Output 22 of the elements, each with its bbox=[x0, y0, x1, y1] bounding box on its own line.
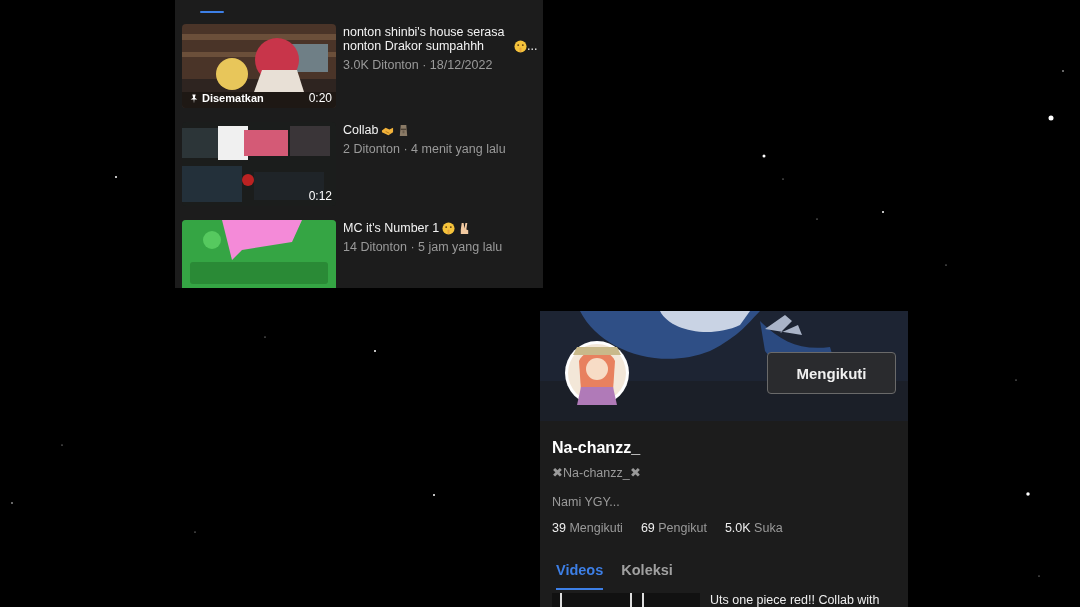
title-ellipsis: ... bbox=[527, 39, 538, 53]
video-title: MC it's Number 1 bbox=[343, 221, 440, 235]
video-meta: 14 Ditonton · 5 jam yang lalu bbox=[343, 240, 504, 254]
video-duration: 0:20 bbox=[308, 91, 332, 105]
profile-stat: 5.0K Suka bbox=[724, 521, 783, 535]
video-duration: 0:12 bbox=[308, 189, 332, 203]
profile-stat: 69 Pengikut bbox=[640, 521, 707, 535]
profile-stat: 39 Mengikuti bbox=[552, 521, 623, 535]
video-title: Collab bbox=[343, 123, 379, 137]
pinned-label: Disematkan bbox=[202, 92, 264, 105]
profile-name: Na-chanzz_ bbox=[552, 439, 642, 457]
following-button[interactable]: Mengikuti bbox=[767, 352, 896, 394]
profile-handle: ✖Na-chanzz_✖ bbox=[552, 465, 642, 480]
video-meta: 2 Ditonton · 4 menit yang lalu bbox=[343, 142, 507, 156]
shushing-face-icon bbox=[514, 40, 527, 53]
shushing-face-icon bbox=[442, 222, 456, 235]
profile-bio: Nami YGY... bbox=[552, 495, 621, 509]
profile-tab[interactable]: Videos bbox=[556, 562, 604, 590]
video-title: nonton shinbi's house serasa nonton Drakor sumpahhh bbox=[343, 25, 506, 53]
video-title: Uts one piece red!! Collab with bbox=[710, 593, 880, 607]
video-meta: 3.0K Ditonton · 18/12/2022 bbox=[343, 58, 494, 72]
profile-tab[interactable]: Koleksi bbox=[621, 562, 673, 590]
